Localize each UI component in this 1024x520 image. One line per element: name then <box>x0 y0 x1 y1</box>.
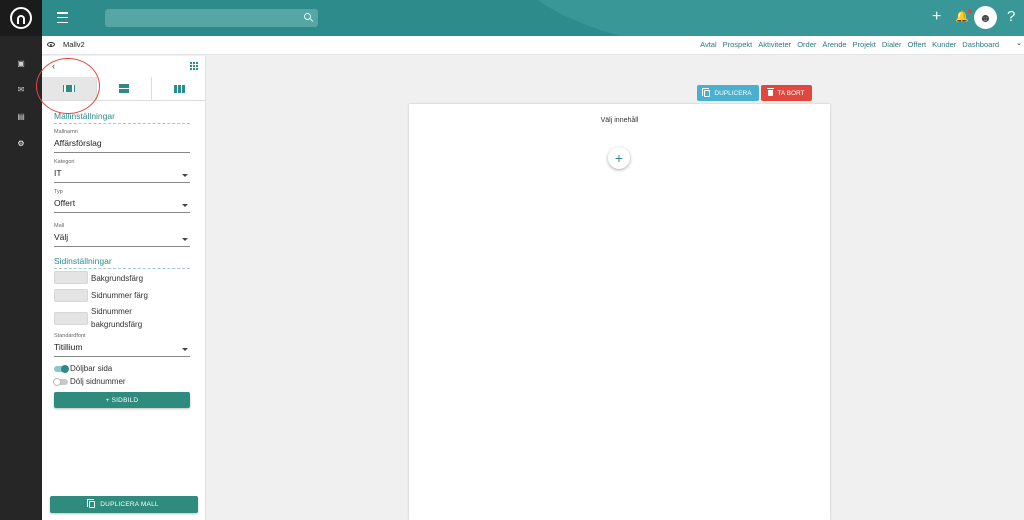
app-logo-icon <box>10 7 32 29</box>
nav-link-arende[interactable]: Ärende <box>822 40 846 49</box>
duplicate-page-button[interactable]: DUPLICERA <box>697 85 759 101</box>
sub-header: Mallv2 Avtal Prospekt Aktiviteter Order … <box>42 36 1024 55</box>
page-number-bg-color-label-line1: Sidnummer <box>91 307 132 316</box>
mail-icon[interactable]: ✉ <box>0 79 42 99</box>
eye-icon[interactable] <box>47 42 55 47</box>
template-name-field[interactable]: Mallnamn Affärsförslag <box>54 129 190 153</box>
gear-icon[interactable]: ⚙ <box>0 133 42 153</box>
search-input[interactable] <box>105 9 318 27</box>
dropdown-arrow-icon <box>182 238 188 241</box>
tab-three-columns[interactable] <box>152 77 206 100</box>
hide-page-number-label: Dölj sidnummer <box>70 377 126 386</box>
calendar-icon[interactable]: ▣ <box>0 53 42 73</box>
document-icon[interactable]: ▤ <box>0 106 42 126</box>
help-icon[interactable]: ? <box>1007 8 1015 26</box>
nav-link-kunder[interactable]: Kunder <box>932 40 956 49</box>
default-font-select[interactable]: Standardfont Titillium <box>54 333 190 357</box>
duplicate-template-button[interactable]: DUPLICERA MALL <box>50 496 198 513</box>
logo[interactable] <box>0 0 42 36</box>
single-column-icon <box>64 85 74 92</box>
template-select[interactable]: Mall Välj <box>54 223 190 247</box>
left-rail: ▣ ✉ ▤ ⚙ <box>0 0 42 520</box>
page-number-color-picker[interactable] <box>54 289 88 302</box>
nav-link-offert[interactable]: Offert <box>907 40 926 49</box>
rows-icon <box>119 84 129 93</box>
background-color-label: Bakgrundsfärg <box>91 274 144 283</box>
top-bar: + 🔔 ☻ ? <box>42 0 1024 36</box>
copy-icon <box>87 499 96 508</box>
tab-single-column[interactable] <box>42 77 97 100</box>
add-icon[interactable]: + <box>932 8 941 26</box>
template-settings-panel: ‹ Mallinställningar Mallnamn Affärsförsl… <box>36 56 206 520</box>
background-color-picker[interactable] <box>54 271 88 284</box>
dropdown-arrow-icon <box>182 204 188 207</box>
nav-link-aktiviteter[interactable]: Aktiviteter <box>758 40 791 49</box>
template-page: Välj innehåll + <box>409 104 830 520</box>
page-number-bg-color-picker[interactable] <box>54 312 88 325</box>
chevron-down-icon[interactable]: ⌄ <box>1016 39 1022 47</box>
page-number-bg-color-label-line2: bakgrundsfärg <box>91 320 143 329</box>
search-icon <box>304 13 311 20</box>
category-select[interactable]: Kategori IT <box>54 159 190 183</box>
menu-icon[interactable] <box>57 12 68 23</box>
nav-link-order[interactable]: Order <box>797 40 816 49</box>
copy-icon <box>702 87 711 97</box>
page-settings-heading: Sidinställningar <box>54 256 190 269</box>
module-nav: Avtal Prospekt Aktiviteter Order Ärende … <box>700 40 999 49</box>
nav-link-projekt[interactable]: Projekt <box>853 40 876 49</box>
back-icon[interactable]: ‹ <box>52 61 55 71</box>
nav-link-prospekt[interactable]: Prospekt <box>723 40 753 49</box>
nav-link-dialer[interactable]: Dialer <box>882 40 902 49</box>
delete-page-button[interactable]: TA BORT <box>761 85 812 101</box>
bell-icon[interactable]: 🔔 <box>955 9 972 23</box>
page-image-button[interactable]: + SIDBILD <box>54 392 190 408</box>
choose-content-label: Välj innehåll <box>600 117 639 124</box>
trash-icon <box>767 88 775 96</box>
nav-link-avtal[interactable]: Avtal <box>700 40 717 49</box>
page-canvas: DUPLICERA TA BORT Välj innehåll + <box>206 56 1024 520</box>
hideable-page-toggle[interactable] <box>54 364 69 373</box>
dropdown-arrow-icon <box>182 174 188 177</box>
template-settings-heading: Mallinställningar <box>54 111 190 124</box>
breadcrumb: Mallv2 <box>63 40 85 49</box>
hideable-page-label: Döljbar sida <box>70 364 113 373</box>
page-number-color-label: Sidnummer färg <box>91 291 148 300</box>
dropdown-arrow-icon <box>182 348 188 351</box>
grid-icon[interactable] <box>190 62 198 70</box>
tab-rows[interactable] <box>97 77 152 100</box>
nav-link-dashboard[interactable]: Dashboard <box>962 40 999 49</box>
hide-page-number-toggle[interactable] <box>53 377 68 386</box>
layout-tabs <box>42 77 206 101</box>
three-columns-icon <box>173 84 185 93</box>
type-select[interactable]: Typ Offert <box>54 189 190 213</box>
avatar[interactable]: ☻ <box>974 6 997 29</box>
add-content-button[interactable]: + <box>608 147 630 169</box>
